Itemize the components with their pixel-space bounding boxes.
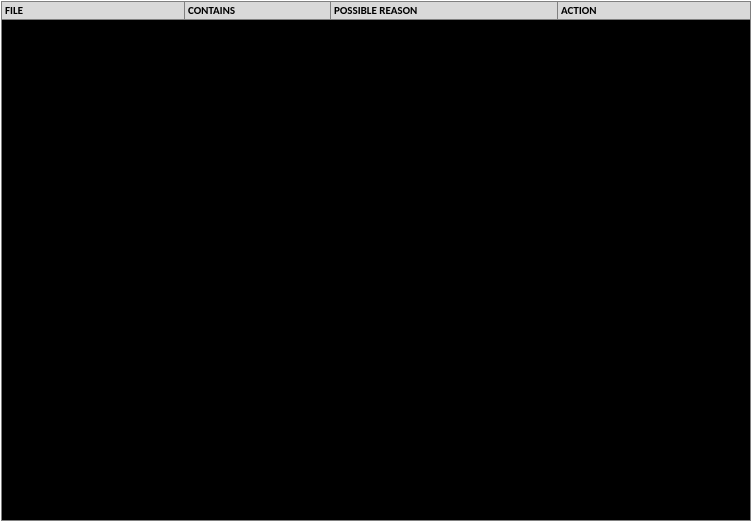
table-body-col-contains (185, 20, 331, 520)
table-body-col-possible-reason (331, 20, 558, 520)
table-body (2, 20, 750, 520)
table-container: FILE CONTAINS POSSIBLE REASON ACTION (1, 1, 751, 521)
table-header-row: FILE CONTAINS POSSIBLE REASON ACTION (2, 2, 750, 20)
table-body-col-action (558, 20, 750, 520)
column-header-file: FILE (2, 2, 185, 19)
table-body-col-file (2, 20, 185, 520)
column-header-action: ACTION (558, 2, 750, 19)
column-header-contains: CONTAINS (185, 2, 331, 19)
column-header-possible-reason: POSSIBLE REASON (331, 2, 558, 19)
